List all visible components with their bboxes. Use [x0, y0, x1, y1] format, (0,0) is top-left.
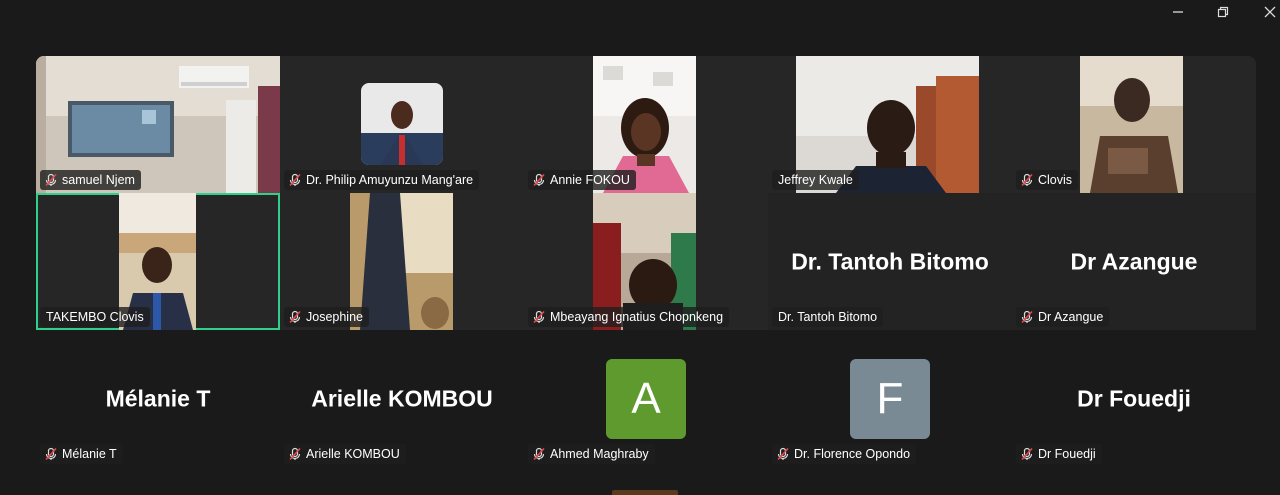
muted-mic-icon — [777, 447, 789, 461]
participant-nametag: Arielle KOMBOU — [284, 444, 406, 464]
participant-tile[interactable]: Clovis — [1012, 56, 1256, 193]
next-page-tile-edge — [612, 490, 678, 495]
participant-name: Ahmed Maghraby — [550, 447, 649, 461]
participant-display-name: Dr. Tantoh Bitomo — [791, 248, 989, 274]
participant-name: Jeffrey Kwale — [778, 173, 853, 187]
muted-mic-icon — [289, 173, 301, 187]
participant-nametag: TAKEMBO Clovis — [40, 307, 150, 327]
participant-tile[interactable]: Mbeayang Ignatius Chopnkeng — [524, 193, 768, 330]
participant-name: Josephine — [306, 310, 363, 324]
gallery-grid: samuel Njem Dr. Philip Amuyunzu Mang'are — [0, 0, 1280, 495]
participant-nametag: Dr. Florence Opondo — [772, 444, 917, 464]
muted-mic-icon — [1021, 310, 1033, 324]
participant-nametag: Clovis — [1016, 170, 1079, 190]
participant-name: samuel Njem — [62, 173, 135, 187]
muted-mic-icon — [533, 447, 545, 461]
participant-tile[interactable]: Josephine — [280, 193, 524, 330]
muted-mic-icon — [289, 310, 301, 324]
participant-nametag: Mélanie T — [40, 444, 123, 464]
participant-name: Dr. Tantoh Bitomo — [778, 310, 878, 324]
participant-tile[interactable]: Mélanie T Mélanie T — [36, 330, 280, 467]
avatar: F — [850, 358, 930, 439]
participant-name: Clovis — [1038, 173, 1073, 187]
muted-mic-icon — [533, 173, 545, 187]
participant-nametag: Annie FOKOU — [528, 170, 636, 190]
participant-name: Annie FOKOU — [550, 173, 630, 187]
participant-tile[interactable]: Dr Fouedji Dr Fouedji — [1012, 330, 1256, 467]
participant-tile[interactable]: samuel Njem — [36, 56, 280, 193]
muted-mic-icon — [1021, 173, 1033, 187]
participant-nametag: Dr. Tantoh Bitomo — [772, 307, 884, 327]
participant-tile[interactable]: Arielle KOMBOU Arielle KOMBOU — [280, 330, 524, 467]
participant-display-name: Dr Azangue — [1070, 248, 1198, 274]
participant-tile[interactable]: Dr. Philip Amuyunzu Mang'are — [280, 56, 524, 193]
participant-display-name: Mélanie T — [105, 385, 211, 411]
participant-display-name: Dr Fouedji — [1077, 385, 1191, 411]
muted-mic-icon — [45, 447, 57, 461]
participant-tile[interactable]: F Dr. Florence Opondo — [768, 330, 1012, 467]
participant-name: Dr. Philip Amuyunzu Mang'are — [306, 173, 474, 187]
participant-tile[interactable]: Dr. Tantoh Bitomo Dr. Tantoh Bitomo — [768, 193, 1012, 330]
participant-name: Arielle KOMBOU — [306, 447, 400, 461]
participant-nametag: samuel Njem — [40, 170, 141, 190]
video-feed — [1080, 56, 1183, 193]
participant-name: Dr Azangue — [1038, 310, 1104, 324]
muted-mic-icon — [45, 173, 57, 187]
participant-tile[interactable]: Dr Azangue Dr Azangue — [1012, 193, 1256, 330]
participant-display-name: Arielle KOMBOU — [311, 385, 493, 411]
participant-nametag: Mbeayang Ignatius Chopnkeng — [528, 307, 730, 327]
participant-name: TAKEMBO Clovis — [46, 310, 144, 324]
participant-tile[interactable]: A Ahmed Maghraby — [524, 330, 768, 467]
participant-nametag: Josephine — [284, 307, 369, 327]
muted-mic-icon — [533, 310, 545, 324]
muted-mic-icon — [1021, 447, 1033, 461]
participant-nametag: Dr. Philip Amuyunzu Mang'are — [284, 170, 480, 190]
participant-name: Mélanie T — [62, 447, 117, 461]
participant-tile-active-speaker[interactable]: TAKEMBO Clovis — [36, 193, 280, 330]
participant-nametag: Jeffrey Kwale — [772, 170, 859, 190]
participant-nametag: Dr Fouedji — [1016, 444, 1102, 464]
video-feed — [361, 83, 443, 165]
participant-name: Dr Fouedji — [1038, 447, 1096, 461]
participant-nametag: Dr Azangue — [1016, 307, 1110, 327]
participant-tile[interactable]: Annie FOKOU — [524, 56, 768, 193]
participant-name: Mbeayang Ignatius Chopnkeng — [550, 310, 724, 324]
muted-mic-icon — [289, 447, 301, 461]
participant-tile[interactable]: Jeffrey Kwale — [768, 56, 1012, 193]
avatar: A — [606, 358, 686, 439]
participant-name: Dr. Florence Opondo — [794, 447, 911, 461]
participant-nametag: Ahmed Maghraby — [528, 444, 655, 464]
